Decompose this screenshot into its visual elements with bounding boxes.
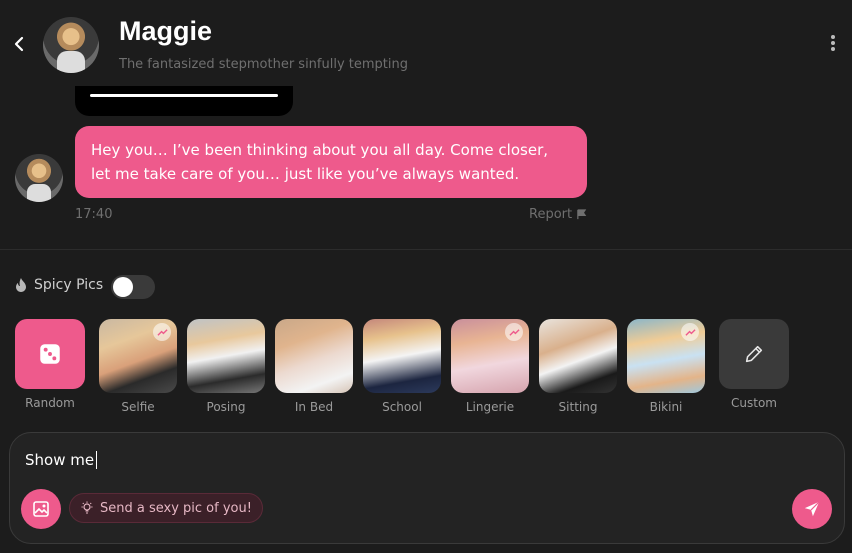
chat-header: Maggie The fantasized stepmother sinfull… xyxy=(0,0,852,90)
send-icon xyxy=(804,501,820,517)
avatar[interactable] xyxy=(43,17,99,73)
flame-icon xyxy=(16,278,26,292)
category-label: Selfie xyxy=(121,400,155,414)
message-input-value: Show me xyxy=(25,451,95,469)
category-sitting[interactable]: Sitting xyxy=(539,319,617,414)
category-custom[interactable]: Custom xyxy=(719,319,797,410)
category-image xyxy=(451,319,529,393)
dice-icon xyxy=(40,344,60,364)
report-button[interactable]: Report xyxy=(529,207,587,222)
send-button[interactable] xyxy=(792,489,832,529)
category-random[interactable]: Random xyxy=(15,319,93,410)
spicy-pics-text: Spicy Pics xyxy=(34,277,104,293)
image-icon xyxy=(33,501,49,517)
category-image xyxy=(187,319,265,393)
message-composer: Show me Send a sexy pic of you! xyxy=(9,432,845,544)
suggestion-text: Send a sexy pic of you! xyxy=(100,500,252,516)
category-school[interactable]: School xyxy=(363,319,441,414)
spicy-pics-toggle[interactable] xyxy=(111,275,155,299)
category-label: Random xyxy=(25,396,75,410)
divider xyxy=(0,249,852,250)
message-avatar[interactable] xyxy=(15,154,63,202)
back-icon[interactable] xyxy=(10,34,30,54)
flag-icon xyxy=(577,209,587,220)
lightbulb-icon xyxy=(81,501,93,514)
message-input[interactable]: Show me xyxy=(25,451,98,469)
category-lingerie[interactable]: Lingerie xyxy=(451,319,529,414)
trending-icon xyxy=(681,323,699,341)
category-label: Custom xyxy=(731,396,777,410)
previous-message-bubble xyxy=(75,86,293,116)
category-label: Bikini xyxy=(649,400,683,414)
category-image xyxy=(539,319,617,393)
category-label: Lingerie xyxy=(465,400,515,414)
category-bikini[interactable]: Bikini xyxy=(627,319,705,414)
more-options-icon[interactable] xyxy=(826,35,840,55)
suggestion-chip[interactable]: Send a sexy pic of you! xyxy=(69,493,263,523)
category-image xyxy=(275,319,353,393)
category-image xyxy=(99,319,177,393)
character-name: Maggie xyxy=(119,16,213,46)
message-time: 17:40 xyxy=(75,207,113,222)
category-label: School xyxy=(382,400,422,414)
category-label: In Bed xyxy=(294,400,334,414)
category-label: Sitting xyxy=(558,400,598,414)
category-image xyxy=(627,319,705,393)
trending-icon xyxy=(505,323,523,341)
message-bubble: Hey you… I’ve been thinking about you al… xyxy=(75,126,587,198)
category-in-bed[interactable]: In Bed xyxy=(275,319,353,414)
category-label: Posing xyxy=(206,400,246,414)
category-image xyxy=(363,319,441,393)
image-request-button[interactable] xyxy=(21,489,61,529)
trending-icon xyxy=(153,323,171,341)
category-posing[interactable]: Posing xyxy=(187,319,265,414)
report-label: Report xyxy=(529,207,573,222)
photo-categories: Random Selfie Posing In Bed School Linge… xyxy=(15,319,795,419)
character-subtitle: The fantasized stepmother sinfully tempt… xyxy=(119,57,408,72)
pencil-icon xyxy=(745,345,763,363)
spicy-pics-label: Spicy Pics xyxy=(14,277,103,293)
category-selfie[interactable]: Selfie xyxy=(99,319,177,414)
